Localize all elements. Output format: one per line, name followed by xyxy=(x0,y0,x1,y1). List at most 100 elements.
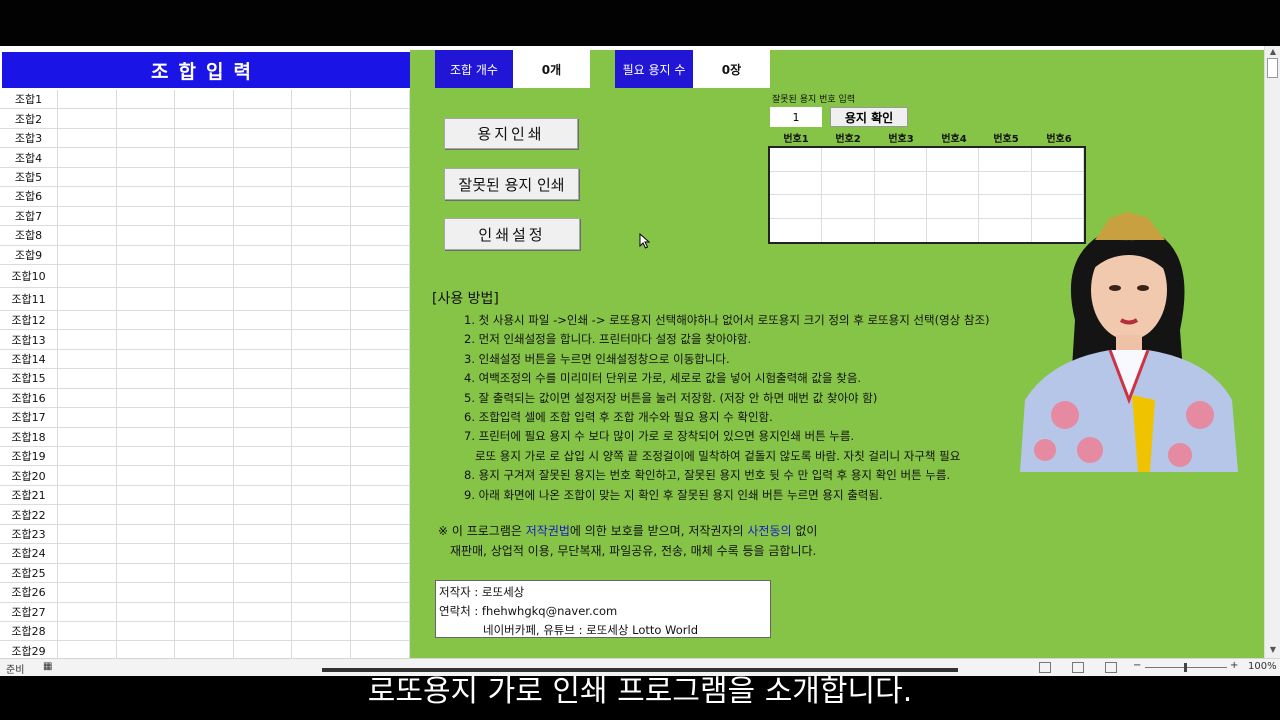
combo-cell[interactable] xyxy=(351,310,410,330)
combo-cell[interactable] xyxy=(175,466,234,485)
combo-cell[interactable] xyxy=(58,583,117,602)
combo-cell[interactable] xyxy=(58,621,117,641)
combo-cell[interactable] xyxy=(351,148,410,167)
combo-cell[interactable] xyxy=(351,641,410,658)
combo-cell[interactable] xyxy=(292,388,351,408)
combo-cell[interactable] xyxy=(351,505,410,524)
combo-cell[interactable] xyxy=(234,388,293,408)
combo-cell[interactable] xyxy=(117,330,176,349)
combo-cell[interactable] xyxy=(117,388,176,408)
confirm-paper-button[interactable]: 용지 확인 xyxy=(830,107,908,127)
combo-cell[interactable] xyxy=(175,167,234,187)
combo-cell[interactable] xyxy=(351,388,410,408)
combo-cell[interactable] xyxy=(117,621,176,641)
combo-cell[interactable] xyxy=(117,206,176,226)
combo-cell[interactable] xyxy=(117,447,176,466)
combo-cell[interactable] xyxy=(58,447,117,466)
combo-cell[interactable] xyxy=(292,90,351,109)
combo-cell[interactable] xyxy=(234,524,293,544)
combo-count-value[interactable]: 0개 xyxy=(513,50,590,88)
combo-cell[interactable] xyxy=(175,369,234,388)
scroll-down-icon[interactable]: ▼ xyxy=(1267,644,1279,656)
combo-cell[interactable] xyxy=(292,505,351,524)
combo-cell[interactable] xyxy=(117,287,176,310)
combo-cell[interactable] xyxy=(292,427,351,446)
combo-cell[interactable] xyxy=(117,226,176,245)
combo-cell[interactable] xyxy=(117,187,176,206)
combo-cell[interactable] xyxy=(351,485,410,505)
combo-cell[interactable] xyxy=(58,90,117,109)
combo-cell[interactable] xyxy=(175,109,234,128)
combo-cell[interactable] xyxy=(292,245,351,264)
combo-cell[interactable] xyxy=(58,485,117,505)
combo-cell[interactable] xyxy=(351,287,410,310)
combo-cell[interactable] xyxy=(292,128,351,148)
combo-cell[interactable] xyxy=(234,264,293,287)
combo-cell[interactable] xyxy=(175,641,234,658)
combo-cell[interactable] xyxy=(234,90,293,109)
combo-cell[interactable] xyxy=(292,524,351,544)
combo-cell[interactable] xyxy=(292,264,351,287)
combo-cell[interactable] xyxy=(351,427,410,446)
combo-cell[interactable] xyxy=(234,544,293,563)
combo-cell[interactable] xyxy=(351,408,410,427)
combo-cell[interactable] xyxy=(292,563,351,583)
print-settings-button[interactable]: 인쇄설정 xyxy=(444,218,580,250)
combo-cell[interactable] xyxy=(351,349,410,369)
combo-cell[interactable] xyxy=(351,583,410,602)
combo-cell[interactable] xyxy=(292,226,351,245)
combo-cell[interactable] xyxy=(58,226,117,245)
combo-cell[interactable] xyxy=(58,544,117,563)
combo-cell[interactable] xyxy=(175,505,234,524)
combo-cell[interactable] xyxy=(292,583,351,602)
combo-cell[interactable] xyxy=(58,563,117,583)
combo-cell[interactable] xyxy=(292,408,351,427)
scroll-up-icon[interactable]: ▲ xyxy=(1267,46,1279,58)
combo-cell[interactable] xyxy=(351,330,410,349)
combo-cell[interactable] xyxy=(175,148,234,167)
combo-cell[interactable] xyxy=(175,264,234,287)
combo-cell[interactable] xyxy=(58,602,117,621)
combo-cell[interactable] xyxy=(58,187,117,206)
combo-cell[interactable] xyxy=(234,408,293,427)
combo-cell[interactable] xyxy=(234,148,293,167)
combo-cell[interactable] xyxy=(292,602,351,621)
combo-cell[interactable] xyxy=(351,544,410,563)
combo-cell[interactable] xyxy=(58,128,117,148)
combo-cell[interactable] xyxy=(234,109,293,128)
combo-cell[interactable] xyxy=(58,264,117,287)
combo-cell[interactable] xyxy=(58,466,117,485)
combo-cell[interactable] xyxy=(292,109,351,128)
combo-cell[interactable] xyxy=(58,369,117,388)
combo-cell[interactable] xyxy=(292,330,351,349)
vertical-scrollbar[interactable]: ▲ ▼ xyxy=(1264,46,1280,658)
combo-cell[interactable] xyxy=(234,287,293,310)
combo-cell[interactable] xyxy=(351,621,410,641)
combo-cell[interactable] xyxy=(175,245,234,264)
combo-cell[interactable] xyxy=(234,505,293,524)
combo-cell[interactable] xyxy=(175,583,234,602)
combo-cell[interactable] xyxy=(117,485,176,505)
combo-cell[interactable] xyxy=(234,245,293,264)
combo-cell[interactable] xyxy=(351,369,410,388)
combo-cell[interactable] xyxy=(117,563,176,583)
combo-cell[interactable] xyxy=(58,505,117,524)
combo-cell[interactable] xyxy=(351,245,410,264)
combo-cell[interactable] xyxy=(351,524,410,544)
combo-cell[interactable] xyxy=(292,187,351,206)
combo-cell[interactable] xyxy=(175,602,234,621)
combo-cell[interactable] xyxy=(234,583,293,602)
combo-cell[interactable] xyxy=(292,287,351,310)
combo-cell[interactable] xyxy=(351,466,410,485)
combo-cell[interactable] xyxy=(175,349,234,369)
combo-cell[interactable] xyxy=(117,524,176,544)
combo-cell[interactable] xyxy=(175,388,234,408)
combo-cell[interactable] xyxy=(351,226,410,245)
combo-cell[interactable] xyxy=(292,544,351,563)
combo-cell[interactable] xyxy=(351,90,410,109)
combo-cell[interactable] xyxy=(58,427,117,446)
combo-cell[interactable] xyxy=(292,310,351,330)
zoom-out-icon[interactable]: − xyxy=(1133,660,1141,671)
combo-cell[interactable] xyxy=(175,128,234,148)
combo-cell[interactable] xyxy=(117,148,176,167)
